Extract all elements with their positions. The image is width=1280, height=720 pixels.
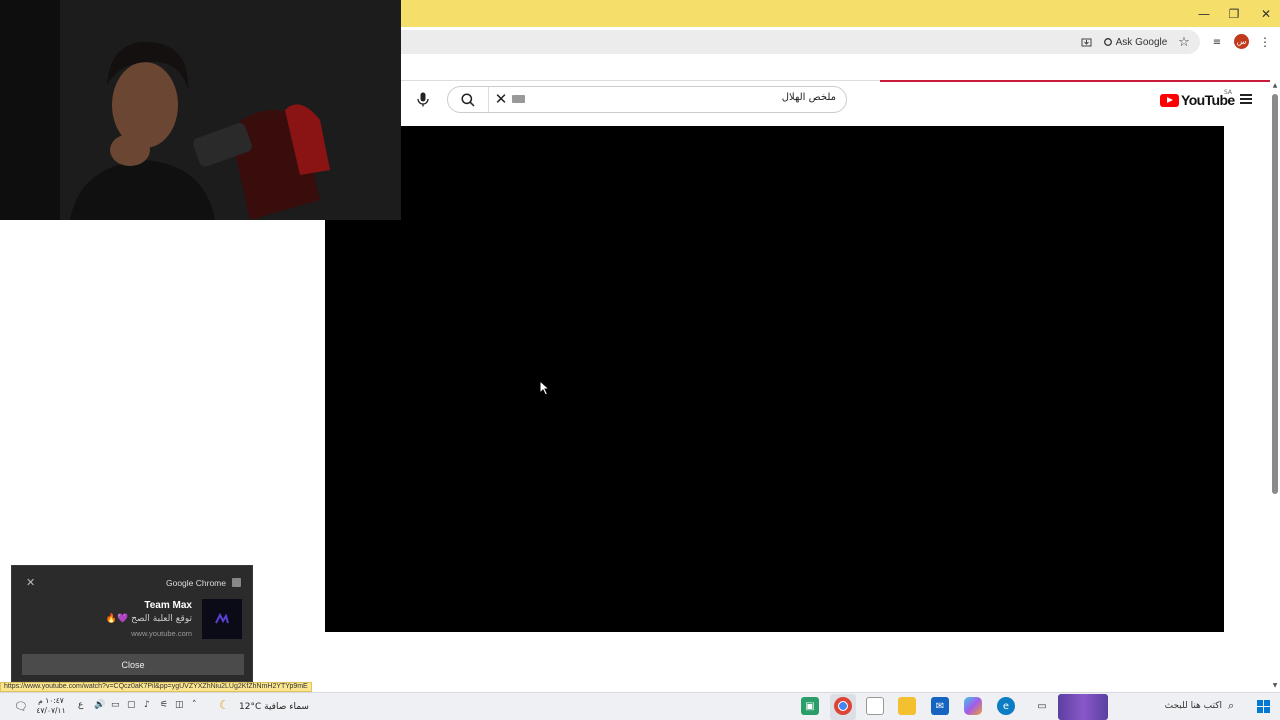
restore-button[interactable]: ❐: [1218, 0, 1250, 27]
search-query-text: ملخص الهلال: [781, 92, 836, 103]
scrollbar-thumb[interactable]: [1272, 94, 1278, 494]
scroll-up-arrow-icon[interactable]: ▲: [1270, 82, 1280, 92]
youtube-play-icon: [1160, 93, 1179, 107]
network-icon[interactable]: ⚟: [160, 700, 168, 710]
search-icon: [461, 93, 475, 107]
minimize-button[interactable]: —: [1188, 0, 1220, 27]
bookmark-star-icon[interactable]: ☆: [1176, 33, 1192, 51]
edge-icon[interactable]: e: [997, 697, 1015, 715]
voice-search-button[interactable]: [412, 88, 434, 110]
start-windows-icon[interactable]: [1257, 700, 1270, 713]
outlook-icon[interactable]: ✉: [931, 697, 949, 715]
profile-avatar[interactable]: س: [1234, 34, 1249, 49]
status-bar-url: https://www.youtube.com/watch?v=CQcz0aK7…: [0, 682, 312, 692]
notification-center-icon[interactable]: 🗨: [14, 700, 28, 713]
region-badge: SA: [1224, 89, 1233, 96]
search-highlight-image[interactable]: [1058, 694, 1108, 720]
weather-text: سماء صافية: [264, 702, 309, 712]
taskbar-search-box[interactable]: اكتب هنا للبحث: [1140, 701, 1222, 711]
notification-dismiss-icon[interactable]: ✕: [26, 576, 35, 589]
close-window-button[interactable]: ✕: [1250, 0, 1280, 27]
copilot-icon[interactable]: [964, 697, 982, 715]
weather-temp: 12°C: [239, 702, 262, 712]
tray-app-icon[interactable]: ◫: [175, 700, 184, 710]
mouse-cursor-icon: [539, 380, 551, 396]
task-view-icon[interactable]: ▭: [1033, 697, 1051, 715]
notification-source: www.youtube.com: [131, 629, 192, 638]
lens-icon: [1103, 38, 1112, 46]
notification-close-button[interactable]: Close: [22, 654, 244, 675]
ask-google-button[interactable]: Ask Google: [1100, 33, 1170, 51]
webcam-overlay: [0, 0, 401, 220]
file-explorer-icon[interactable]: [898, 697, 916, 715]
clear-search-icon[interactable]: ✕: [493, 90, 509, 108]
search-divider: [488, 87, 489, 112]
clock-date: ٤٧/٠٧/١١: [36, 706, 66, 715]
weather-widget[interactable]: 12°C سماء صافية: [239, 702, 309, 712]
ask-google-label: Ask Google: [1115, 36, 1168, 48]
scroll-down-arrow-icon[interactable]: ▼: [1270, 682, 1280, 692]
clock-time: ١٠:٤٧ م: [38, 696, 64, 705]
taskbar-search-icon[interactable]: ⌕: [1228, 699, 1234, 713]
app-taskbar-icon[interactable]: ▣: [801, 697, 819, 715]
volume-icon[interactable]: 🔊: [94, 700, 105, 710]
display-tray-icon[interactable]: ▢: [127, 700, 136, 710]
moon-weather-icon: ☾: [219, 698, 230, 712]
microphone-icon: [417, 92, 429, 106]
monitor-tray-icon[interactable]: ▭: [111, 700, 120, 710]
video-player[interactable]: [325, 126, 1224, 632]
keyboard-icon[interactable]: [512, 95, 525, 103]
webcam-person-image: [0, 0, 401, 220]
page-load-progress: [880, 80, 1270, 82]
notification-title: Team Max: [144, 600, 192, 611]
language-indicator[interactable]: ع: [78, 700, 83, 710]
guide-menu-icon[interactable]: [1240, 94, 1252, 104]
install-app-icon[interactable]: [1078, 33, 1094, 51]
notification-message: توقع العلبة الصح 💜🔥: [105, 614, 192, 624]
tray-expand-icon[interactable]: ˄: [192, 700, 197, 710]
microphone-tray-icon[interactable]: ♪: [144, 700, 150, 710]
reading-list-icon[interactable]: ≡: [1209, 33, 1225, 51]
chrome-notification[interactable]: ✕ Google Chrome Team Max توقع العلبة الص…: [11, 565, 253, 682]
microsoft-store-icon[interactable]: [866, 697, 884, 715]
notification-thumbnail: [202, 599, 242, 639]
taskbar-clock[interactable]: ١٠:٤٧ م ٤٧/٠٧/١١: [34, 696, 68, 716]
browser-menu-icon[interactable]: ⋮: [1258, 33, 1272, 51]
search-button[interactable]: [455, 90, 481, 110]
chrome-app-icon: [232, 578, 241, 587]
team-logo-icon: [215, 613, 229, 624]
notification-app-name: Google Chrome: [165, 578, 226, 588]
chrome-taskbar-icon[interactable]: [834, 697, 852, 715]
